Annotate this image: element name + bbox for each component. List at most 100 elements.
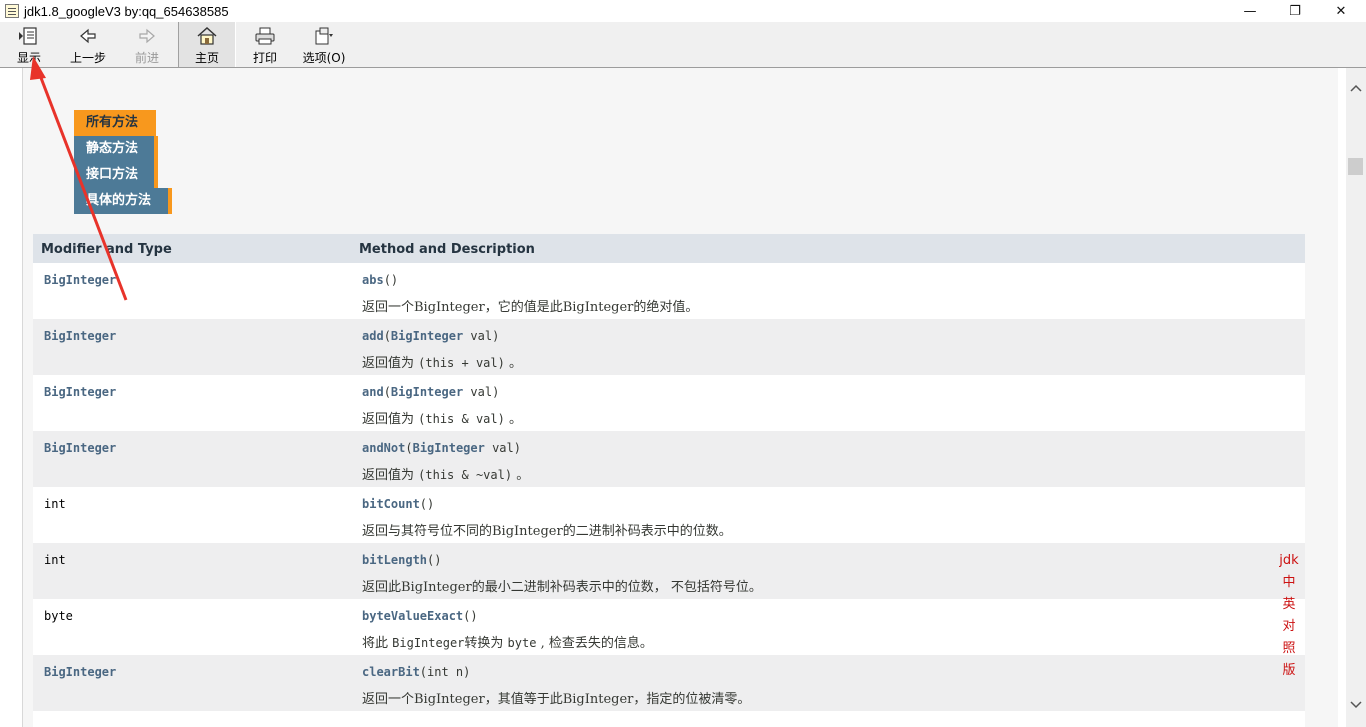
tab-edge <box>154 162 158 188</box>
tab-all-methods-label: 所有方法 <box>86 115 139 130</box>
param-type-link[interactable]: BigInteger <box>391 385 463 399</box>
table-header: Modifier and Type Method and Description <box>33 234 1305 263</box>
show-button-label: 显示 <box>16 51 41 65</box>
tab-all-methods[interactable]: 所有方法 <box>74 110 156 136</box>
forward-button[interactable]: 前进 <box>124 22 170 67</box>
options-button[interactable]: 选项(O) <box>297 22 351 67</box>
return-type-link[interactable]: BigInteger <box>44 441 116 455</box>
method-description: 返回此BigInteger的最小二进制补码表示中的位数， 不包括符号位。 <box>362 580 762 595</box>
toolbar: 显示 上一步 前进 主页 打印 选项(O) <box>0 22 1366 68</box>
content-pane: 所有方法 静态方法 接口方法 具体的方法 Modifier and Type M… <box>0 68 1346 727</box>
return-type-link[interactable]: BigInteger <box>44 329 116 343</box>
desc-text: 。 <box>504 356 522 371</box>
table-row: BigInteger andNot(BigInteger val) 返回值为 (… <box>33 431 1305 487</box>
method-description: 返回值为 (this & val) 。 <box>362 408 522 427</box>
desc-text: 返回值为 <box>362 412 419 427</box>
method-params-open: ( <box>383 329 391 343</box>
desc-text: 返回值为 <box>362 356 419 371</box>
method-link[interactable]: abs <box>362 273 384 287</box>
method-summary-table: Modifier and Type Method and Description… <box>33 234 1305 727</box>
method-link[interactable]: andNot <box>362 441 405 455</box>
back-button-label: 上一步 <box>69 51 106 65</box>
return-type-link[interactable]: BigInteger <box>44 273 116 287</box>
show-pane-icon <box>18 25 40 47</box>
desc-text: 。 <box>512 468 530 483</box>
print-button[interactable]: 打印 <box>243 22 287 67</box>
method-params: () <box>427 553 442 567</box>
watermark-char: 中 <box>1282 575 1296 590</box>
tab-instance-methods[interactable]: 接口方法 <box>74 162 158 188</box>
desc-text: 返回值为 <box>362 468 419 483</box>
method-description: 将此 BigInteger转换为 byte , 检查丢失的信息。 <box>362 632 653 651</box>
method-signature: abs() <box>362 273 398 287</box>
return-type: int <box>44 553 66 567</box>
return-type-link[interactable]: BigInteger <box>44 665 116 679</box>
param-type-link[interactable]: BigInteger <box>413 441 485 455</box>
method-signature: bitCount() <box>362 497 434 511</box>
forward-arrow-icon <box>137 25 157 47</box>
method-description: 返回与其符号位不同的BigInteger的二进制补码表示中的位数。 <box>362 524 732 539</box>
watermark-text: jdk 中 英 对 照 版 <box>1279 550 1299 682</box>
watermark-char: jdk <box>1279 553 1299 568</box>
table-row-partial <box>33 711 1305 727</box>
table-row: BigInteger and(BigInteger val) 返回值为 (thi… <box>33 375 1305 431</box>
table-row: byte byteValueExact() 将此 BigInteger转换为 b… <box>33 599 1305 655</box>
return-type: byte <box>44 609 73 623</box>
desc-text: 将此 <box>362 636 393 651</box>
tab-concrete-methods[interactable]: 具体的方法 <box>74 188 172 214</box>
header-method-description: Method and Description <box>359 242 535 257</box>
tab-static-methods[interactable]: 静态方法 <box>74 136 158 162</box>
watermark-char: 英 <box>1282 597 1296 612</box>
method-params: () <box>419 497 435 511</box>
method-link[interactable]: and <box>362 385 384 399</box>
method-link[interactable]: byteValueExact <box>362 609 463 623</box>
return-type-link[interactable]: BigInteger <box>44 385 116 399</box>
page-left-border <box>22 68 23 727</box>
method-link[interactable]: bitCount <box>362 497 420 511</box>
minimize-button[interactable]: — <box>1227 0 1273 22</box>
header-modifier-type: Modifier and Type <box>41 242 172 257</box>
table-row: int bitLength() 返回此BigInteger的最小二进制补码表示中… <box>33 543 1305 599</box>
desc-code: (this & val) <box>418 412 505 426</box>
scroll-thumb[interactable] <box>1348 158 1363 175</box>
method-link[interactable]: clearBit <box>362 665 420 679</box>
method-description: 返回一个BigInteger，它的值是此BigInteger的绝对值。 <box>362 300 699 315</box>
method-params-rest: val) <box>484 441 521 455</box>
desc-text: 转换为 <box>464 636 508 651</box>
method-description: 返回一个BigInteger，其值等于此BigInteger，指定的位被清零。 <box>362 692 751 707</box>
param-type-link[interactable]: BigInteger <box>391 329 463 343</box>
options-button-label: 选项(O) <box>302 51 346 65</box>
return-type: int <box>44 497 66 511</box>
tab-concrete-methods-label: 具体的方法 <box>86 193 152 208</box>
method-params: () <box>463 609 478 623</box>
desc-code: byte <box>507 636 537 650</box>
home-button-label: 主页 <box>194 51 219 65</box>
method-link[interactable]: add <box>362 329 384 343</box>
back-button[interactable]: 上一步 <box>62 22 114 67</box>
desc-text: , 检查丢失的信息。 <box>536 636 653 651</box>
close-button[interactable]: ✕ <box>1318 0 1364 22</box>
desc-code: (this & ~val) <box>418 468 513 482</box>
scroll-up-arrow-icon[interactable] <box>1346 78 1366 98</box>
desc-code: (this + val) <box>418 356 505 370</box>
table-row: int bitCount() 返回与其符号位不同的BigInteger的二进制补… <box>33 487 1305 543</box>
method-params-rest: val) <box>463 329 500 343</box>
table-row: BigInteger clearBit(int n) 返回一个BigIntege… <box>33 655 1305 711</box>
vertical-scrollbar[interactable] <box>1346 68 1366 727</box>
method-description: 返回值为 (this + val) 。 <box>362 352 522 371</box>
app-icon <box>5 4 19 18</box>
method-signature: byteValueExact() <box>362 609 478 623</box>
scroll-down-arrow-icon[interactable] <box>1346 695 1366 715</box>
home-button[interactable]: 主页 <box>178 22 236 67</box>
title-bar: jdk1.8_googleV3 by:qq_654638585 — ❐ ✕ <box>0 0 1366 22</box>
method-link[interactable]: bitLength <box>362 553 427 567</box>
watermark-char: 对 <box>1282 619 1296 634</box>
home-icon <box>196 25 218 47</box>
watermark-char: 照 <box>1282 641 1296 656</box>
method-params-open: ( <box>383 385 391 399</box>
tab-edge <box>168 188 172 214</box>
maximize-button[interactable]: ❐ <box>1272 0 1318 22</box>
back-arrow-icon <box>78 25 98 47</box>
method-params: (int n) <box>419 665 471 679</box>
show-button[interactable]: 显示 <box>6 22 52 67</box>
